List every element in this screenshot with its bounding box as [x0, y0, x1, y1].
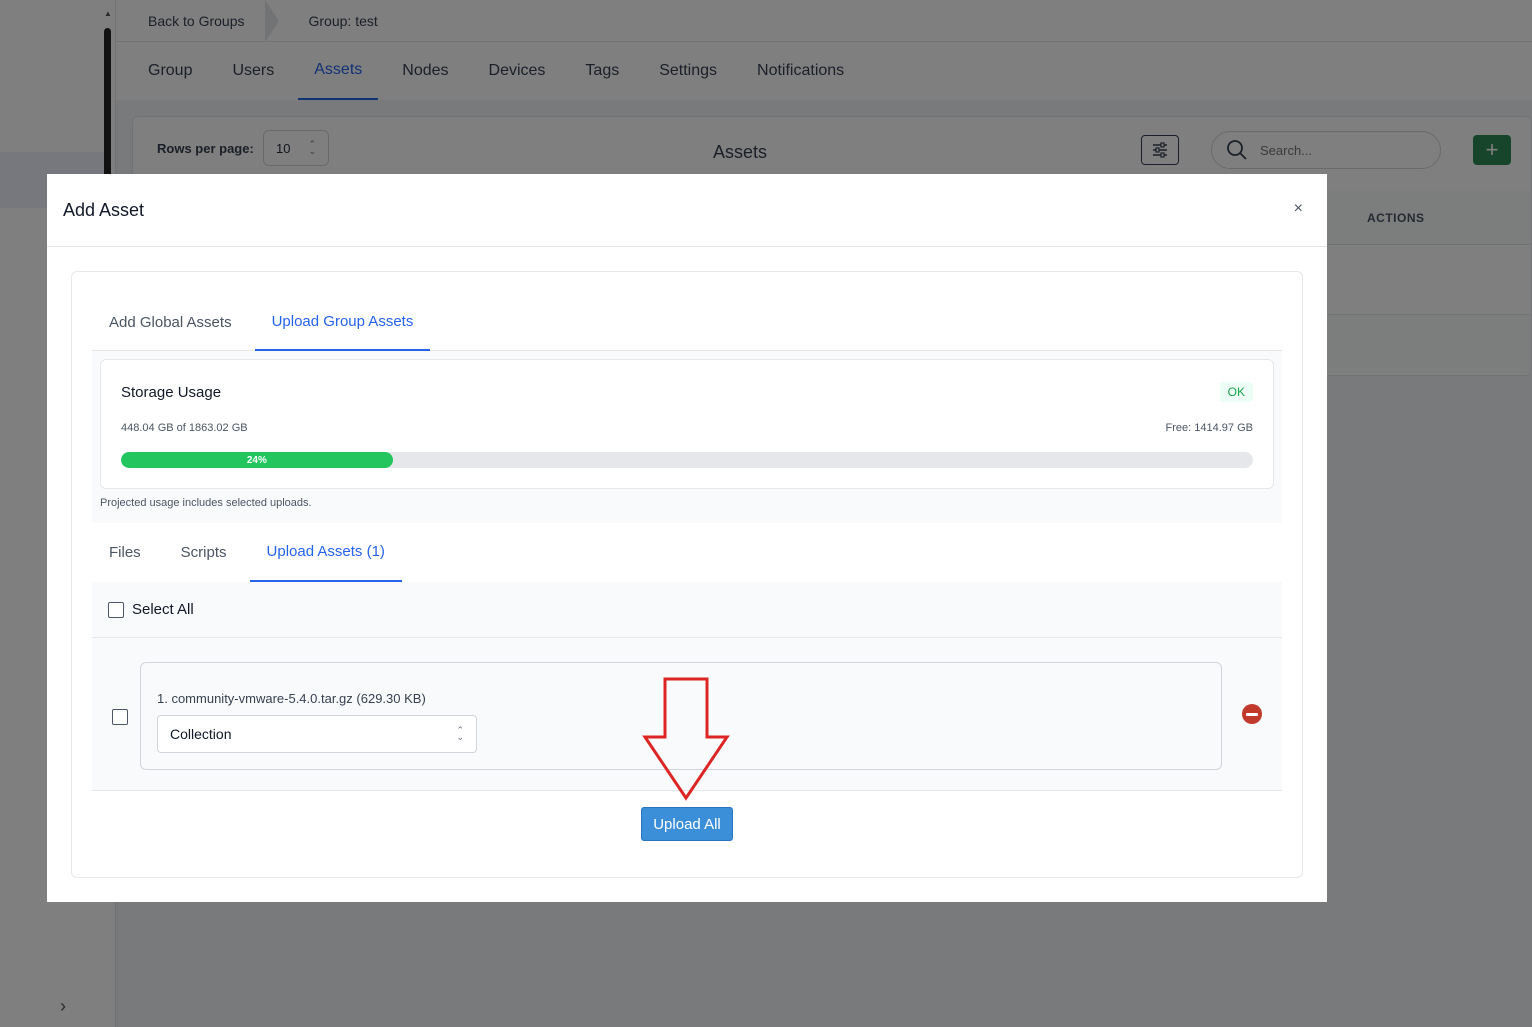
asset-source-tabs: Add Global Assets Upload Group Assets: [92, 294, 1282, 351]
upload-all-button[interactable]: Upload All: [641, 807, 733, 841]
tab-files[interactable]: Files: [92, 523, 158, 582]
storage-free-text: Free: 1414.97 GB: [1165, 422, 1253, 434]
status-badge: OK: [1219, 382, 1253, 402]
storage-progress-fill: 24%: [121, 452, 393, 468]
file-name: 1. community-vmware-5.4.0.tar.gz (629.30…: [157, 691, 426, 706]
storage-progress-bar: 24%: [121, 452, 1253, 468]
projected-usage-note: Projected usage includes selected upload…: [100, 497, 312, 509]
asset-type-select[interactable]: Collection ⌃ ⌄: [157, 715, 477, 753]
storage-title: Storage Usage: [121, 384, 222, 401]
file-row-checkbox[interactable]: [112, 709, 128, 725]
storage-usage-text: 448.04 GB of 1863.02 GB: [121, 422, 248, 434]
tab-scripts[interactable]: Scripts: [164, 523, 244, 582]
select-all-checkbox[interactable]: [108, 601, 124, 618]
remove-icon[interactable]: [1242, 704, 1262, 724]
add-asset-modal: Add Asset × Add Global Assets Upload Gro…: [47, 174, 1327, 902]
upload-sub-tabs: Files Scripts Upload Assets (1): [92, 523, 1282, 582]
asset-type-value: Collection: [170, 726, 232, 742]
storage-section: Storage Usage OK 448.04 GB of 1863.02 GB…: [92, 351, 1282, 523]
chevron-updown-icon: ⌃⌄: [456, 725, 464, 742]
select-all-label[interactable]: Select All: [132, 601, 194, 618]
select-all-bar: Select All: [92, 582, 1282, 638]
list-item: 1. community-vmware-5.4.0.tar.gz (629.30…: [140, 662, 1222, 770]
upload-list: 1. community-vmware-5.4.0.tar.gz (629.30…: [92, 638, 1282, 791]
tab-upload-group-assets[interactable]: Upload Group Assets: [254, 294, 431, 351]
storage-card: Storage Usage OK 448.04 GB of 1863.02 GB…: [100, 359, 1274, 489]
modal-title: Add Asset: [63, 199, 145, 220]
modal-card: Add Global Assets Upload Group Assets St…: [71, 271, 1303, 878]
tab-upload-assets[interactable]: Upload Assets (1): [249, 523, 402, 582]
close-icon[interactable]: ×: [1294, 200, 1303, 218]
tab-add-global-assets[interactable]: Add Global Assets: [92, 294, 249, 351]
modal-header: Add Asset ×: [47, 174, 1327, 247]
